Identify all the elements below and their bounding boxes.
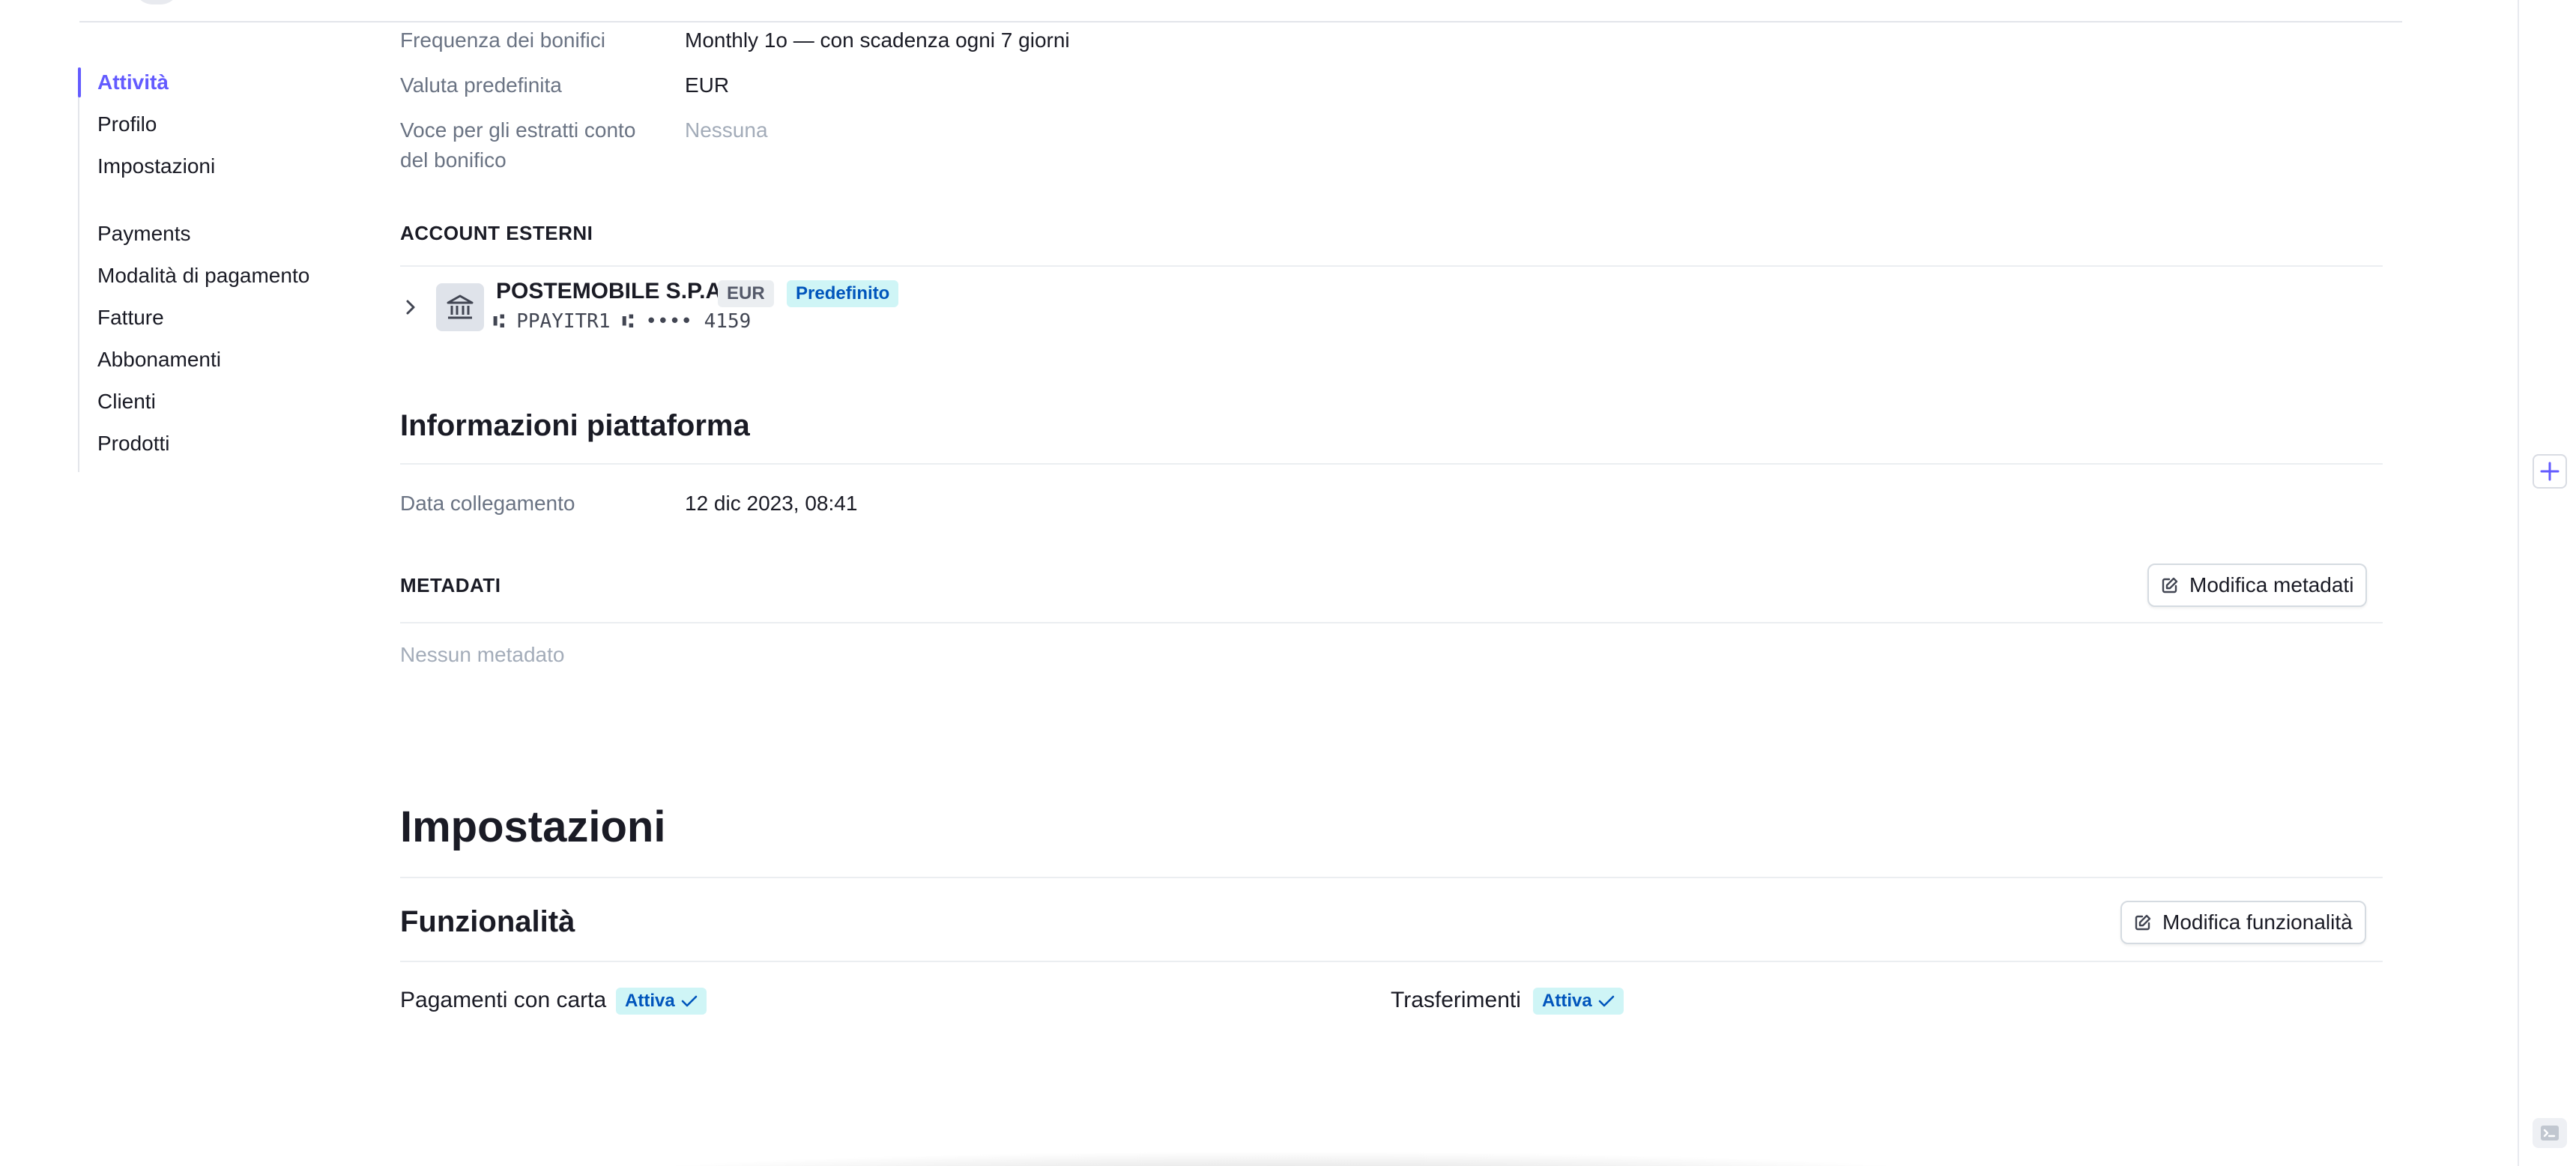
currency-badge: EUR <box>718 280 774 307</box>
check-icon <box>681 995 697 1007</box>
platform-heading: Informazioni piattaforma <box>400 409 750 442</box>
bank-icon <box>436 283 484 331</box>
sidebar-item-attivita[interactable]: Attività <box>97 67 169 97</box>
platform-divider <box>400 463 2383 465</box>
add-button[interactable] <box>2533 454 2567 489</box>
check-icon <box>1598 995 1614 1007</box>
right-rail-divider <box>2518 0 2519 1166</box>
header-divider <box>79 21 2402 22</box>
chevron-right-icon[interactable] <box>400 295 421 319</box>
sidebar-item-prodotti[interactable]: Prodotti <box>97 429 170 459</box>
bottom-panel-shadow <box>554 1151 2008 1166</box>
edit-features-button[interactable]: Modifica funzionalità <box>2120 901 2366 944</box>
metadata-heading: METADATI <box>400 574 501 596</box>
external-accounts-heading: ACCOUNT ESTERNI <box>400 222 593 244</box>
status-text: Attiva <box>1542 991 1592 1011</box>
plus-icon <box>2540 462 2560 481</box>
default-badge: Predefinito <box>787 280 899 307</box>
account-avatar[interactable] <box>133 0 180 4</box>
edit-metadata-button[interactable]: Modifica metadati <box>2147 564 2368 607</box>
sidebar-item-fatture[interactable]: Fatture <box>97 303 164 333</box>
edit-icon <box>2162 577 2178 593</box>
currency-label: Valuta predefinita <box>400 73 562 97</box>
statement-label-line2: del bonifico <box>400 148 507 172</box>
sidebar-item-abbonamenti[interactable]: Abbonamenti <box>97 345 221 375</box>
status-text: Attiva <box>625 991 675 1011</box>
settings-divider <box>400 877 2383 878</box>
features-divider <box>400 961 2383 962</box>
edit-icon <box>2135 914 2151 931</box>
sidebar-item-profilo[interactable]: Profilo <box>97 109 157 139</box>
external-accounts-divider <box>400 265 2383 267</box>
feature-card-payments-label: Pagamenti con carta <box>400 988 607 1012</box>
feature-transfers-status: Attiva <box>1533 988 1624 1015</box>
frequency-value: Monthly 1o — con scadenza ogni 7 giorni <box>685 28 1070 52</box>
console-button[interactable] <box>2533 1118 2567 1148</box>
statement-label-line1: Voce per gli estratti conto <box>400 118 636 142</box>
edit-metadata-label: Modifica metadati <box>2189 573 2354 596</box>
app-root: Attività Profilo Impostazioni Payments M… <box>0 0 2576 1166</box>
bank-name[interactable]: POSTEMOBILE S.P.A. <box>496 279 728 304</box>
feature-card-payments-status: Attiva <box>616 988 707 1015</box>
frequency-label: Frequenza dei bonifici <box>400 28 605 52</box>
sidebar-nav: Attività Profilo Impostazioni Payments M… <box>78 67 325 472</box>
feature-transfers-label: Trasferimenti <box>1391 988 1521 1012</box>
sidebar-item-modalita-pagamento[interactable]: Modalità di pagamento <box>97 261 309 291</box>
account-number: ⑆ PPAYITR1 ⑆ •••• 4159 <box>493 310 752 333</box>
sidebar-item-clienti[interactable]: Clienti <box>97 387 156 417</box>
metadata-empty: Nessun metadato <box>400 643 565 666</box>
connected-label: Data collegamento <box>400 492 575 515</box>
features-heading: Funzionalità <box>400 905 575 938</box>
statement-value: Nessuna <box>685 118 768 142</box>
sidebar-item-payments[interactable]: Payments <box>97 219 191 249</box>
settings-heading: Impostazioni <box>400 803 666 851</box>
edit-features-label: Modifica funzionalità <box>2162 910 2353 934</box>
terminal-icon <box>2541 1126 2559 1141</box>
connected-value: 12 dic 2023, 08:41 <box>685 492 858 515</box>
active-indicator <box>78 67 81 97</box>
sidebar-item-impostazioni[interactable]: Impostazioni <box>97 151 215 181</box>
metadata-divider <box>400 622 2383 623</box>
currency-value: EUR <box>685 73 730 97</box>
